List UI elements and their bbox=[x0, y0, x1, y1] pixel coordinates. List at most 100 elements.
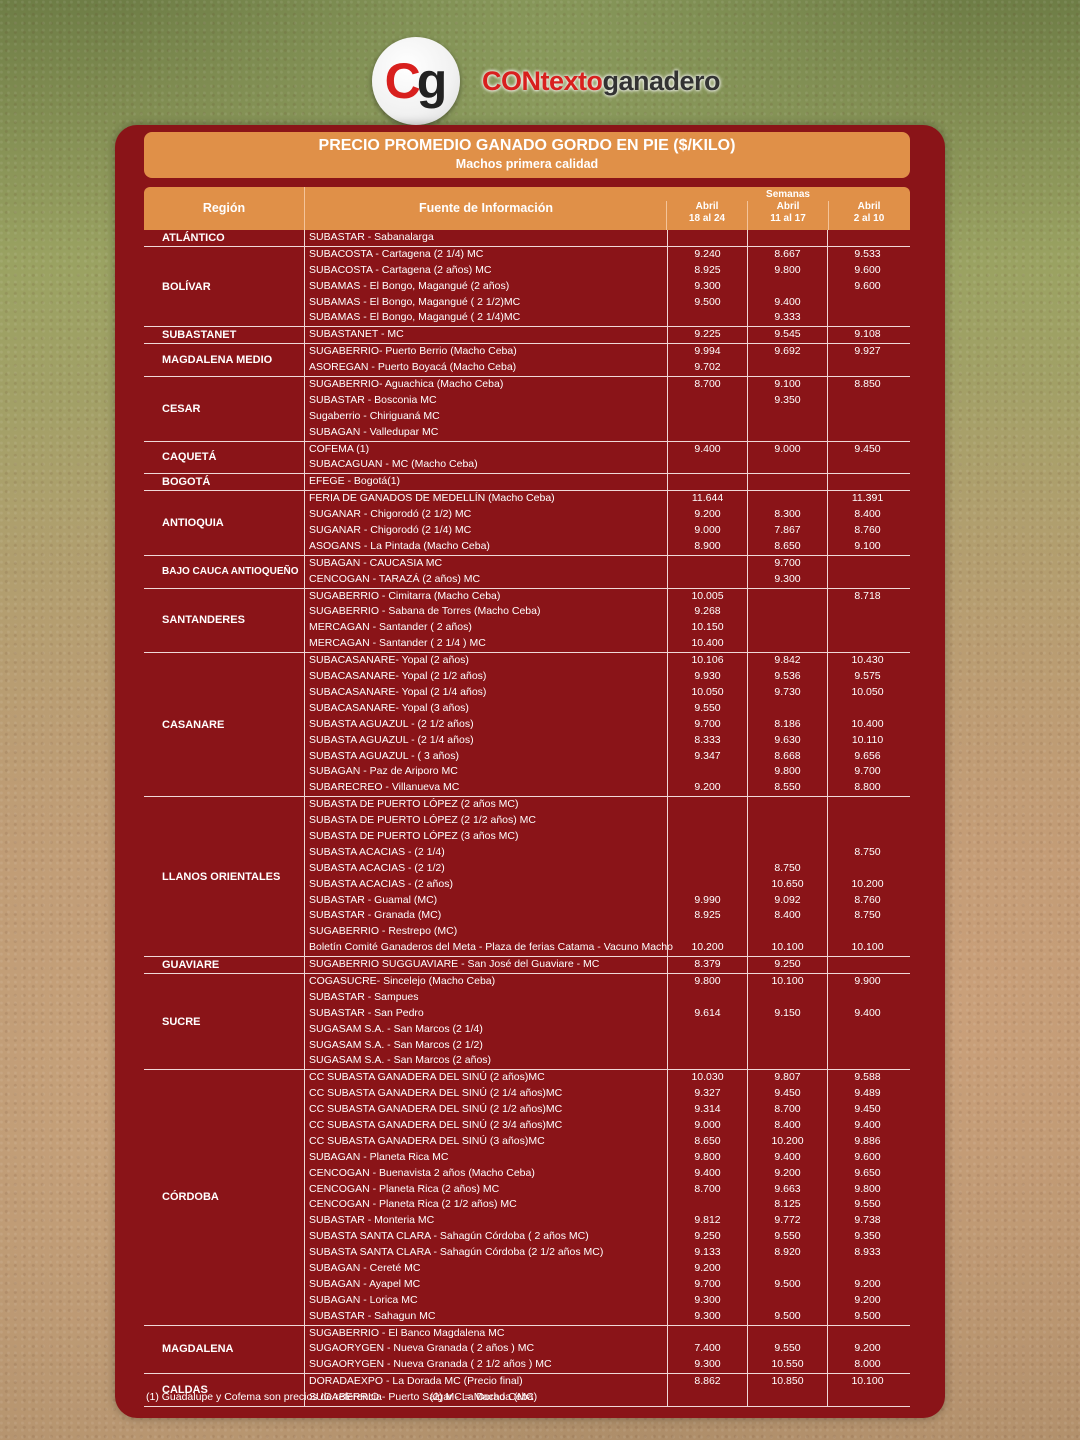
source-cell: SUBASTA ACACIAS - (2 1/4) bbox=[309, 845, 445, 858]
price-cell bbox=[827, 813, 907, 829]
price-cell bbox=[747, 797, 827, 814]
region-rows: SUBACOSTA - Cartagena (2 1/4) MC 9.240 8.6… bbox=[304, 246, 910, 327]
region-group: BAJO CAUCA ANTIOQUEÑO SUBAGAN - CAUCASIA … bbox=[144, 555, 910, 589]
header-region: Región bbox=[202, 201, 246, 215]
table-row: CENCOGAN - Buenavista 2 años (Macho Ceba… bbox=[305, 1165, 910, 1182]
source-cell: SUBASTAR - Granada (MC) bbox=[309, 909, 442, 922]
region-name: MAGDALENA bbox=[162, 1343, 234, 1356]
price-cell bbox=[667, 1197, 747, 1214]
price-cell bbox=[747, 1053, 827, 1070]
table-row: SUBACOSTA - Cartagena (2 años) MC 8.925 9.… bbox=[305, 262, 910, 279]
table-row: SUBAMAS - El Bongo, Magangué ( 2 1/4)MC 9… bbox=[305, 310, 910, 327]
price-cell: 9.200 bbox=[667, 780, 747, 797]
price-cell bbox=[667, 408, 747, 425]
source-cell: SUBASTAR - Bosconia MC bbox=[309, 393, 437, 406]
table-row: SUBASTA AGUAZUL - ( 3 años) 9.347 8.668 9.6… bbox=[305, 748, 910, 765]
source-cell: SUBACOSTA - Cartagena (2 años) MC bbox=[309, 263, 492, 276]
price-cell: 10.005 bbox=[667, 588, 747, 605]
region-group: ANTIOQUIA FERIA DE GANADOS DE MEDELLÍN (M… bbox=[144, 491, 910, 556]
price-cell bbox=[667, 457, 747, 474]
price-cell: 8.333 bbox=[667, 732, 747, 749]
region-rows: COGASUCRE- Sincelejo (Macho Ceba) 9.800 10… bbox=[304, 973, 910, 1070]
price-cell: 9.092 bbox=[747, 892, 827, 909]
price-cell bbox=[827, 230, 907, 246]
source-cell: SUBAMAS - El Bongo, Magangué ( 2 1/2)MC bbox=[309, 295, 521, 308]
source-cell: SUGABERRIO - Cimitarra (Macho Ceba) bbox=[309, 589, 501, 602]
source-cell: SUBACAGUAN - MC (Macho Ceba) bbox=[309, 458, 478, 471]
price-cell: 9.692 bbox=[747, 344, 827, 361]
table-row: SUBAGAN - Planeta Rica MC 9.800 9.400 9.600 bbox=[305, 1149, 910, 1166]
price-cell: 10.200 bbox=[747, 1133, 827, 1150]
price-cell: 9.300 bbox=[667, 278, 747, 295]
source-cell: COGASUCRE- Sincelejo (Macho Ceba) bbox=[309, 974, 496, 987]
table-row: SUBACOSTA - Cartagena (2 1/4) MC 9.240 8.6… bbox=[305, 246, 910, 263]
source-cell: SUBASTAR - Sabanalarga bbox=[309, 231, 434, 243]
footnote-1: (1) Guadalupe y Cofema son precios de re… bbox=[146, 1391, 382, 1403]
price-cell bbox=[827, 924, 907, 941]
price-cell: 8.700 bbox=[667, 377, 747, 393]
region-name: SUBASTANET bbox=[162, 329, 237, 342]
price-cell bbox=[667, 924, 747, 941]
price-cell: 8.718 bbox=[827, 588, 907, 605]
source-cell: CENCOGAN - Buenavista 2 años (Macho Ceba… bbox=[309, 1166, 535, 1179]
price-cell: 9.314 bbox=[667, 1102, 747, 1118]
region-rows: SUBAGAN - CAUCASIA MC 9.700 CENCOGAN - TAR… bbox=[304, 555, 910, 588]
price-cell: 9.200 bbox=[827, 1276, 907, 1293]
price-cell bbox=[667, 230, 747, 246]
table-row: SUBASTAR - Sabanalarga bbox=[305, 230, 910, 246]
region-group: SANTANDERES SUGABERRIO - Cimitarra (Macho… bbox=[144, 588, 910, 654]
price-cell: 10.150 bbox=[667, 620, 747, 637]
price-cell bbox=[827, 474, 907, 491]
price-cell bbox=[747, 278, 827, 295]
header-week-2-month: Abril bbox=[776, 201, 800, 212]
source-cell: MERCAGAN - Santander ( 2 años) bbox=[309, 621, 472, 634]
price-cell bbox=[747, 1292, 827, 1309]
source-cell: SUGASAM S.A. - San Marcos (2 1/2) bbox=[309, 1038, 483, 1051]
price-cell bbox=[667, 1390, 747, 1407]
table-row: SUGANAR - Chigorodó (2 1/4) MC 9.000 7.867… bbox=[305, 523, 910, 539]
price-cell bbox=[827, 310, 907, 327]
header-week-1: Abril 18 al 24 bbox=[666, 201, 747, 230]
price-cell bbox=[827, 457, 907, 474]
price-cell: 9.400 bbox=[747, 1149, 827, 1166]
price-cell: 9.400 bbox=[667, 1165, 747, 1182]
price-cell: 10.430 bbox=[827, 653, 907, 670]
source-cell: CC SUBASTA GANADERA DEL SINÚ (2 1/4 años… bbox=[309, 1087, 563, 1100]
price-cell bbox=[747, 924, 827, 941]
region-group: CASANARE SUBACASANARE- Yopal (2 años) 10.1… bbox=[144, 653, 910, 798]
price-cell: 8.186 bbox=[747, 716, 827, 733]
table-header: Región Fuente de Información Semanas Abr… bbox=[144, 187, 910, 230]
source-cell: SUBASTA AGUAZUL - ( 3 años) bbox=[309, 749, 459, 762]
price-cell: 10.110 bbox=[827, 732, 907, 749]
price-cell: 9.489 bbox=[827, 1086, 907, 1103]
price-cell: 9.930 bbox=[667, 669, 747, 685]
price-cell: 9.100 bbox=[827, 538, 907, 555]
source-cell: SUBASTA SANTA CLARA - Sahagún Córdoba ( … bbox=[309, 1230, 589, 1243]
price-cell bbox=[747, 700, 827, 717]
price-cell: 9.550 bbox=[827, 1197, 907, 1214]
table-row: COGASUCRE- Sincelejo (Macho Ceba) 9.800 10… bbox=[305, 973, 910, 990]
price-cell bbox=[667, 797, 747, 814]
region-group: GUAVIARE SUGABERRIO SUGGUAVIARE - San Jos… bbox=[144, 957, 910, 974]
price-cell: 9.200 bbox=[667, 507, 747, 524]
logo: Cg CONtextoganadero bbox=[372, 36, 721, 126]
table-row: SUBASTA AGUAZUL - (2 1/2 años) 9.700 8.186… bbox=[305, 716, 910, 733]
table-row: COFEMA (1) 9.400 9.000 9.450 bbox=[305, 441, 910, 458]
price-cell: 9.225 bbox=[667, 327, 747, 344]
price-cell: 8.000 bbox=[827, 1357, 907, 1374]
source-cell: SUGAORYGEN - Nueva Granada ( 2 1/2 años … bbox=[309, 1358, 552, 1371]
source-cell: SUBAGAN - Planeta Rica MC bbox=[309, 1150, 449, 1163]
price-cell: 9.000 bbox=[667, 523, 747, 539]
price-cell bbox=[747, 636, 827, 653]
price-cell bbox=[827, 797, 907, 814]
source-cell: CENCOGAN - Planeta Rica (2 1/2 años) MC bbox=[309, 1198, 517, 1211]
table-row: SUGAORYGEN - Nueva Granada ( 2 años ) MC… bbox=[305, 1341, 910, 1358]
table-row: SUGABERRIO - Sabana de Torres (Macho Ceb… bbox=[305, 604, 910, 621]
price-cell: 9.842 bbox=[747, 653, 827, 670]
table-row: CENCOGAN - Planeta Rica (2 años) MC 8.700… bbox=[305, 1181, 910, 1198]
price-cell: 9.150 bbox=[747, 1005, 827, 1022]
price-table: Región Fuente de Información Semanas Abr… bbox=[144, 187, 910, 1408]
price-cell bbox=[827, 1021, 907, 1038]
table-row: SUBAGAN - Cereté MC 9.200 bbox=[305, 1261, 910, 1277]
region-rows: SUGABERRIO SUGGUAVIARE - San José del Gu… bbox=[304, 957, 910, 973]
